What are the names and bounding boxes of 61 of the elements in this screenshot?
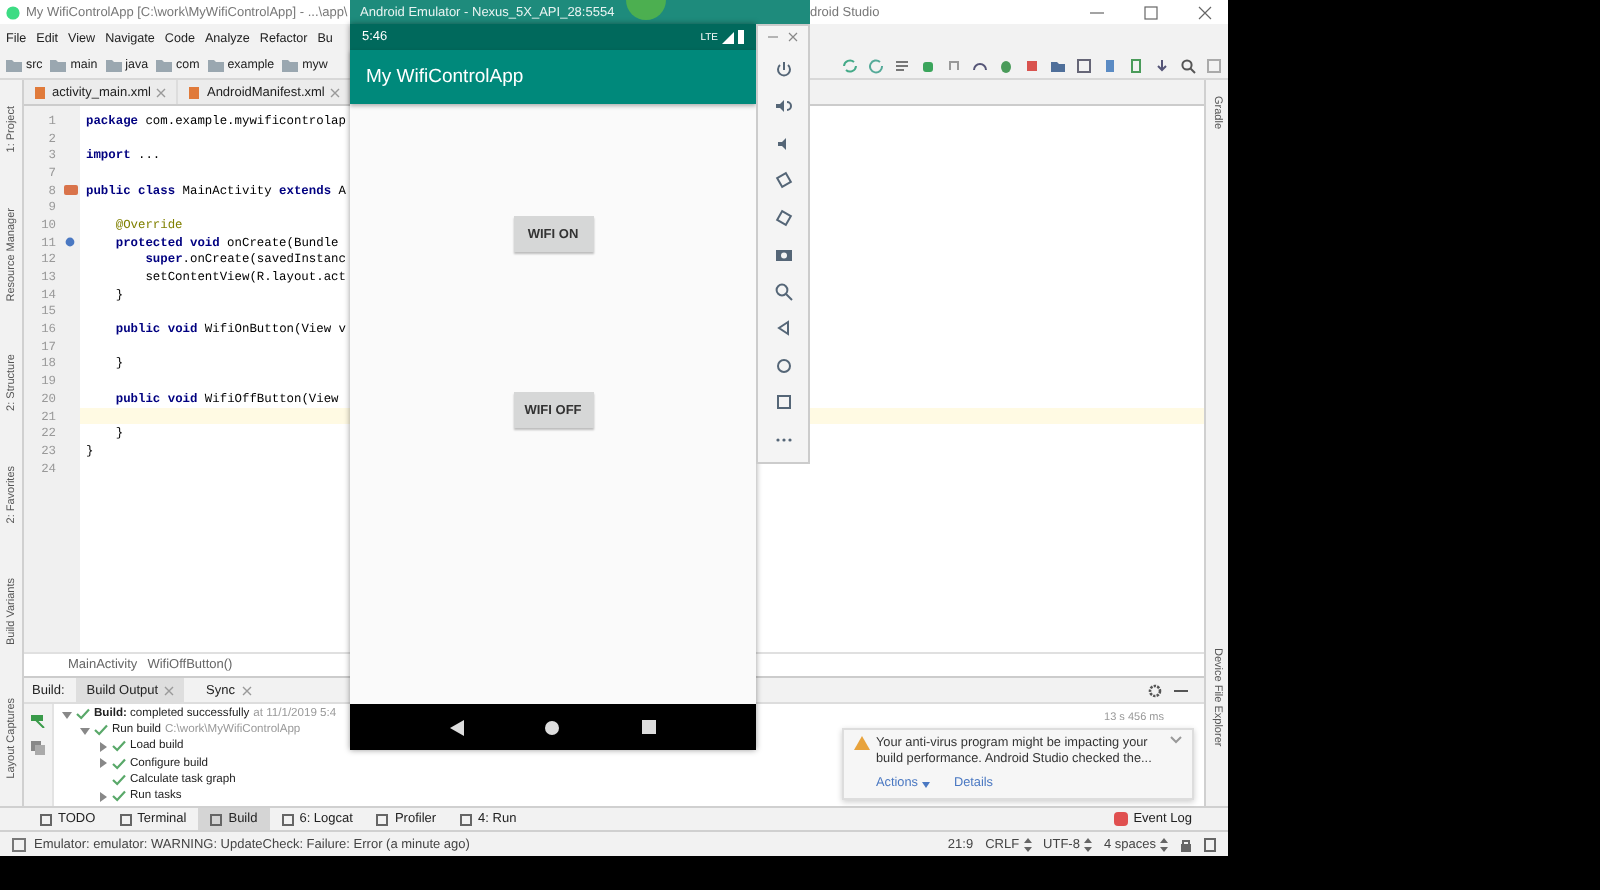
file-icon (188, 85, 201, 99)
status-icon (12, 837, 26, 851)
list-icon[interactable] (894, 57, 910, 73)
folder-icon[interactable] (1050, 57, 1066, 73)
window-icon (40, 813, 52, 825)
chevron-icon[interactable] (1170, 736, 1182, 744)
collapsed-arrow-icon[interactable] (98, 791, 108, 802)
close-icon[interactable] (330, 87, 341, 97)
rotate-right-icon[interactable] (773, 207, 793, 228)
close-icon[interactable] (1198, 5, 1212, 19)
download-icon[interactable] (1154, 57, 1170, 73)
window-icon (281, 813, 294, 825)
window-icon (460, 813, 473, 825)
caret-icon (921, 781, 930, 788)
device-icon[interactable] (1102, 57, 1118, 73)
up-down-icon (1023, 837, 1032, 851)
android-studio-logo-icon (6, 5, 20, 19)
settings-icon[interactable] (1148, 683, 1162, 697)
home-icon[interactable] (544, 719, 561, 735)
close-icon[interactable] (788, 32, 798, 42)
close-icon[interactable] (156, 87, 167, 97)
event-log-icon (1113, 812, 1128, 826)
up-down-icon (1083, 837, 1092, 851)
volume-up-icon[interactable] (773, 96, 793, 117)
signal-icon (722, 31, 734, 43)
search-icon[interactable] (1180, 57, 1196, 73)
app-title: My WifiControlApp (366, 66, 524, 88)
folder-icon (6, 58, 22, 72)
memory-icon (1204, 837, 1216, 851)
hammer-icon[interactable] (30, 712, 46, 728)
class-run-icon[interactable] (63, 184, 77, 197)
window-icon (376, 813, 389, 825)
folder-icon (156, 58, 173, 72)
layout-icon[interactable] (1206, 57, 1222, 73)
window-icon (119, 813, 132, 825)
phone-icon[interactable] (1128, 57, 1144, 73)
folder-icon (282, 58, 299, 72)
file-icon (34, 85, 46, 99)
battery-icon (738, 30, 744, 44)
refresh-icon[interactable] (868, 57, 884, 73)
rotate-left-icon[interactable] (773, 170, 793, 191)
maximize-icon[interactable] (1144, 5, 1158, 19)
back-icon[interactable] (450, 719, 465, 735)
window-icon (210, 813, 223, 825)
up-down-icon (1160, 837, 1168, 851)
copy-icon[interactable] (30, 740, 46, 756)
close-icon[interactable] (241, 685, 251, 695)
warning-icon (854, 736, 870, 750)
folder-icon (207, 58, 224, 72)
power-icon[interactable] (773, 59, 793, 80)
zoom-icon[interactable] (773, 281, 793, 302)
lock-icon (1180, 837, 1192, 851)
folder-icon (50, 58, 67, 72)
camera-icon[interactable] (773, 244, 793, 265)
overview-icon[interactable] (641, 720, 656, 734)
sync-icon[interactable] (842, 57, 858, 73)
folder-icon (105, 58, 122, 72)
window-icon[interactable] (1076, 57, 1092, 73)
override-icon[interactable] (64, 236, 76, 249)
stop-icon[interactable] (1024, 57, 1040, 73)
gauge-icon[interactable] (972, 57, 988, 73)
